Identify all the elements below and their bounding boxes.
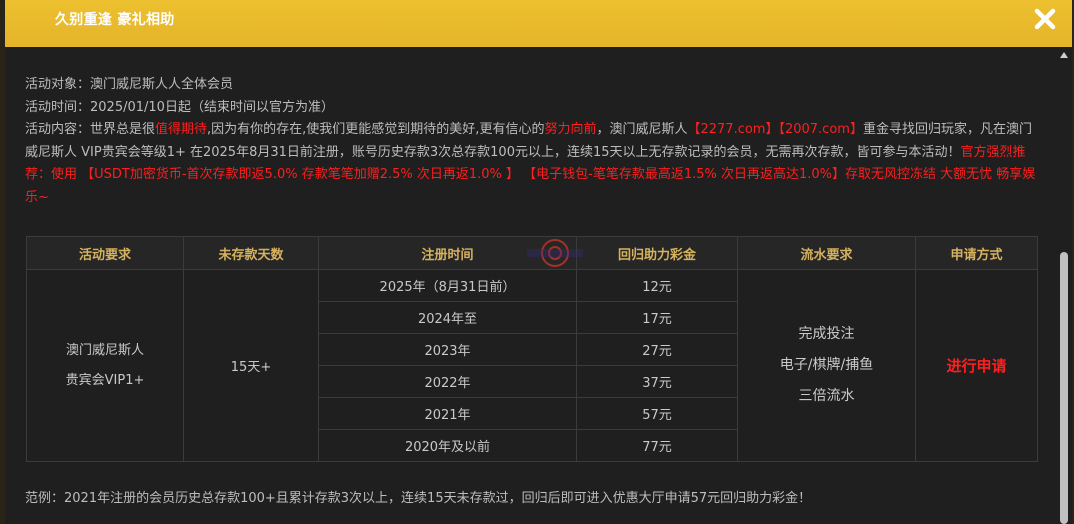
promotion-info: 活动对象：澳门威尼斯人人全体会员 活动时间：2025/01/10日起（结束时间以… [25, 74, 1037, 209]
logo-watermark-icon [527, 239, 583, 267]
bonus-cell: 77元 [576, 429, 738, 462]
scrollbar[interactable] [1057, 47, 1070, 524]
wager-line-2: 电子/棋牌/捕鱼 [779, 357, 874, 373]
rules-table: 活动要求 未存款天数 注册时间 回归助力彩金 流水要求 申请方式 澳门威尼斯人 … [26, 236, 1038, 462]
reg-cell: 2021年 [318, 397, 577, 430]
content-text-3: ，澳门威尼斯人 [596, 122, 688, 137]
requirement-line-2: 贵宾会VIP1+ [65, 372, 145, 388]
close-button[interactable] [1032, 6, 1058, 32]
days-cell: 15天+ [183, 269, 319, 462]
header-bonus: 回归助力彩金 [576, 236, 738, 270]
requirement-line-1: 澳门威尼斯人 [65, 342, 144, 358]
target-line: 活动对象：澳门威尼斯人人全体会员 [25, 74, 1037, 97]
promotion-modal: 久别重逢 豪礼相助 活动对象：澳门威尼斯人人全体会员 活动时间：2025/01/… [5, 0, 1072, 524]
content-text-2: ,因为有你的存在,使我们更能感觉到期待的美好,更有信心的 [207, 122, 545, 137]
time-line: 活动时间：2025/01/10日起（结束时间以官方为准） [25, 97, 1037, 120]
wager-line-3: 三倍流水 [798, 388, 855, 404]
reg-cell: 2025年（8月31日前） [318, 269, 577, 302]
close-icon [1034, 8, 1056, 30]
bonus-cell: 37元 [576, 365, 738, 398]
header-wager: 流水要求 [737, 236, 916, 270]
wager-cell: 完成投注 电子/棋牌/捕鱼 三倍流水 [737, 269, 916, 462]
reg-cell: 2022年 [318, 365, 577, 398]
time-value: 2025/01/10日起（结束时间以官方为准） [90, 99, 334, 115]
scrollbar-thumb[interactable] [1060, 252, 1068, 524]
example-text: 范例：2021年注册的会员历史总存款100+且累计存款3次以上，连续15天未存款… [25, 491, 812, 506]
bonus-cell: 27元 [576, 333, 738, 366]
bonus-cell: 57元 [576, 397, 738, 430]
header-days: 未存款天数 [183, 236, 319, 270]
apply-link[interactable]: 进行申请 [946, 357, 1006, 375]
header-apply: 申请方式 [915, 236, 1038, 270]
modal-title: 久别重逢 豪礼相助 [55, 12, 175, 28]
wager-line-1: 完成投注 [798, 326, 855, 342]
requirement-cell: 澳门威尼斯人 贵宾会VIP1+ [26, 269, 184, 462]
content-text-1: 世界总是很 [90, 122, 156, 137]
reg-cell: 2023年 [318, 333, 577, 366]
content-highlight-2: 努力向前 [544, 122, 597, 137]
time-label: 活动时间： [25, 99, 91, 115]
content-label: 活动内容： [25, 122, 91, 137]
bonus-cell: 17元 [576, 301, 738, 334]
scroll-up-arrow-icon[interactable] [1060, 52, 1068, 58]
header-requirement: 活动要求 [26, 236, 184, 270]
reg-cell: 2024年至 [318, 301, 577, 334]
table-row: 澳门威尼斯人 贵宾会VIP1+ 15天+ 2025年（8月31日前） 12元 完… [26, 269, 1038, 462]
content-paragraph: 活动内容：世界总是很值得期待,因为有你的存在,使我们更能感觉到期待的美好,更有信… [25, 119, 1037, 209]
target-value: 澳门威尼斯人人全体会员 [90, 77, 234, 92]
target-label: 活动对象： [25, 77, 91, 92]
apply-cell: 进行申请 [915, 269, 1038, 462]
reg-cell: 2020年及以前 [318, 429, 577, 462]
content-highlight-1: 值得期待 [155, 122, 208, 137]
content-highlight-3: 【2277.com】【2007.com】 [687, 122, 863, 137]
modal-header: 久别重逢 豪礼相助 [5, 0, 1072, 47]
bonus-cell: 12元 [576, 269, 738, 302]
